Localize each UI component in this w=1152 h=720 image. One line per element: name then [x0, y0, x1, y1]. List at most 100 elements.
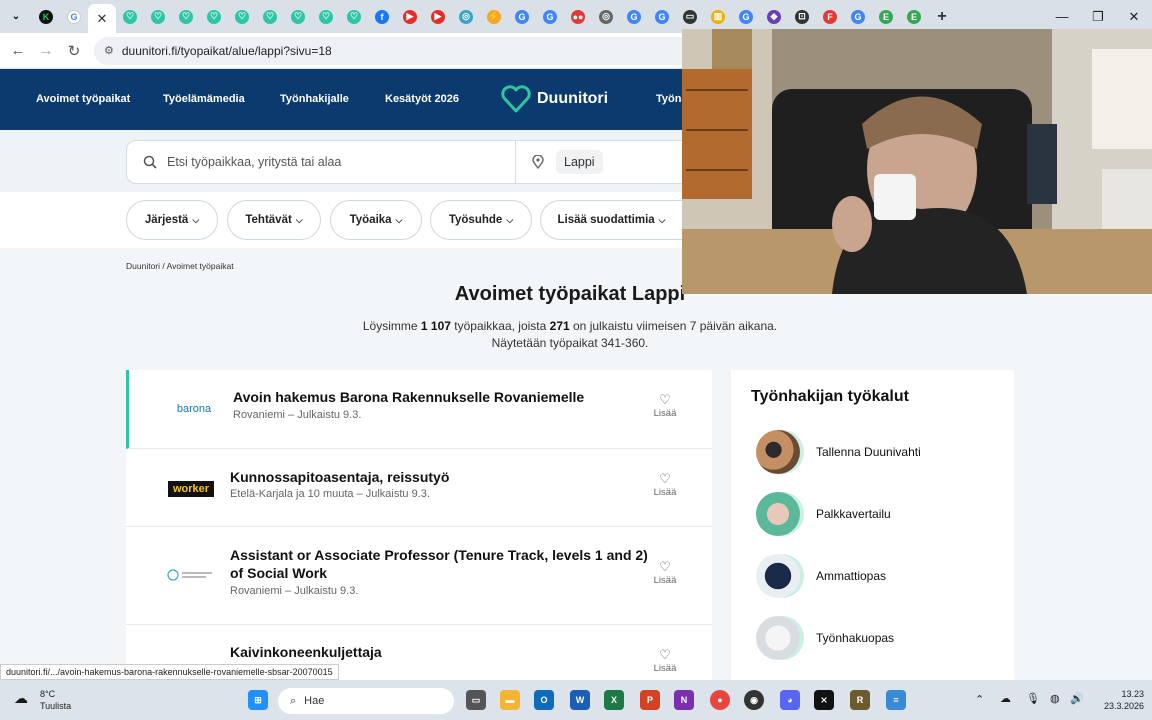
volume-icon[interactable]: 🔊 — [1070, 692, 1084, 705]
powerpoint-icon[interactable]: P — [640, 690, 660, 710]
filter-jarjesta[interactable]: Järjestä ⌵ — [126, 200, 218, 240]
tab[interactable]: ♡ — [256, 0, 284, 33]
tab[interactable]: G — [536, 0, 564, 33]
tab[interactable]: ♡ — [228, 0, 256, 33]
tool-tyonhakuopas[interactable]: Työnhakuopas — [756, 616, 894, 660]
save-job-button[interactable]: ♡ Lisää — [650, 392, 680, 419]
tab[interactable]: f — [368, 0, 396, 33]
onenote-icon[interactable]: N — [674, 690, 694, 710]
app-icon[interactable]: R — [850, 690, 870, 710]
company-logo-text: worker — [167, 481, 215, 497]
reload-icon[interactable]: ↻ — [60, 42, 88, 60]
weather-icon[interactable]: ☁ — [14, 690, 28, 707]
tab[interactable]: ♡ — [200, 0, 228, 33]
taskbar-search[interactable]: ⌕ Hae — [278, 688, 454, 714]
webcam-feed-image — [682, 29, 1152, 294]
job-card[interactable]: worker Kunnossapitoasentaja, reissutyö E… — [126, 449, 712, 527]
filter-tyoaika[interactable]: Työaika ⌵ — [330, 200, 422, 240]
chevron-down-icon: ⌵ — [295, 214, 303, 225]
tab[interactable]: K — [32, 0, 60, 33]
tool-palkkavertailu[interactable]: Palkkavertailu — [756, 492, 891, 536]
nav-link-kesatyot[interactable]: Kesätyöt 2026 — [385, 93, 459, 105]
tool-label: Tallenna Duunivahti — [816, 445, 921, 459]
tab[interactable]: ♡ — [144, 0, 172, 33]
word-icon[interactable]: W — [570, 690, 590, 710]
tab[interactable]: G — [508, 0, 536, 33]
file-explorer-icon[interactable]: ▬ — [500, 690, 520, 710]
tab[interactable]: ▶ — [424, 0, 452, 33]
tab-favicon-icon: ♡ — [235, 9, 249, 24]
job-title[interactable]: Assistant or Associate Professor (Tenure… — [230, 546, 650, 582]
search-icon — [143, 155, 157, 169]
tab[interactable]: G — [60, 0, 88, 33]
tab[interactable]: G — [648, 0, 676, 33]
tab[interactable]: ♡ — [172, 0, 200, 33]
site-logo[interactable]: Duunitori — [501, 85, 608, 113]
tool-ammattiopas[interactable]: Ammattiopas — [756, 554, 886, 598]
showing-range: Näytetään työpaikat 341-360. — [491, 336, 649, 350]
chrome-icon[interactable]: ● — [710, 690, 730, 710]
nav-link-avoimet[interactable]: Avoimet työpaikat — [36, 93, 130, 105]
tab[interactable]: ♡ — [340, 0, 368, 33]
tab[interactable]: ▶ — [396, 0, 424, 33]
obs-icon[interactable]: ◉ — [744, 690, 764, 710]
filter-more[interactable]: Lisää suodattimia ⌵ — [540, 200, 682, 240]
tab-list-dropdown[interactable]: ⌄ — [0, 0, 32, 33]
job-card[interactable]: Assistant or Associate Professor (Tenure… — [126, 527, 712, 625]
active-tab-close-icon[interactable]: ✕ — [88, 4, 116, 33]
notepad-icon[interactable]: ≡ — [886, 690, 906, 710]
back-icon[interactable]: ← — [4, 42, 32, 59]
tab-favicon-icon: ▶ — [403, 9, 417, 24]
tray-overflow-icon[interactable]: ⌃ — [975, 693, 984, 706]
weather-widget[interactable]: 8°C Tuulista — [40, 688, 71, 712]
search-input[interactable]: Etsi työpaikkaa, yritystä tai alaa — [167, 155, 507, 169]
job-card[interactable]: barona Avoin hakemus Barona Rakennuksell… — [126, 370, 712, 449]
onedrive-icon[interactable]: ☁ — [1000, 692, 1011, 705]
tool-duunivahti[interactable]: Tallenna Duunivahti — [756, 430, 921, 474]
microphone-icon[interactable]: 🎙 — [1026, 692, 1040, 705]
tab-favicon-icon: G — [851, 9, 865, 24]
filter-tehtavat[interactable]: Tehtävät ⌵ — [227, 200, 321, 240]
outlook-icon[interactable]: O — [534, 690, 554, 710]
tab-favicon-icon: E — [907, 9, 921, 24]
save-label: Lisää — [653, 575, 677, 586]
discord-icon[interactable]: ◕ — [780, 690, 800, 710]
tab-favicon-icon: G — [515, 9, 529, 24]
company-logo: barona — [176, 403, 212, 415]
save-job-button[interactable]: ♡ Lisää — [650, 559, 680, 586]
job-title[interactable]: Kunnossapitoasentaja, reissutyö — [230, 468, 650, 486]
save-job-button[interactable]: ♡ Lisää — [650, 471, 680, 498]
site-info-icon[interactable]: ⚙ — [104, 44, 114, 57]
heart-icon: ♡ — [659, 471, 671, 486]
tab[interactable]: ♡ — [116, 0, 144, 33]
start-button[interactable]: ⊞ — [248, 690, 268, 710]
location-chip[interactable]: Lappi — [556, 150, 603, 174]
tab[interactable]: ●● — [564, 0, 592, 33]
forward-icon[interactable]: → — [32, 42, 60, 59]
filter-tyosuhde[interactable]: Työsuhde ⌵ — [430, 200, 532, 240]
status-link-preview: duunitori.fi/.../avoin-hakemus-barona-ra… — [0, 664, 339, 680]
nav-link-tyoelamamedia[interactable]: Työelämämedia — [163, 93, 245, 105]
taskview-icon[interactable]: ▭ — [466, 690, 486, 710]
tab-favicon-icon: ⚡ — [487, 9, 501, 24]
weather-condition: Tuulista — [40, 701, 72, 711]
tab[interactable]: ♡ — [284, 0, 312, 33]
tab[interactable]: ♡ — [312, 0, 340, 33]
filter-label: Työsuhde — [448, 214, 503, 226]
nav-link-tyonhakijalle[interactable]: Työnhakijalle — [280, 93, 349, 105]
excel-icon[interactable]: X — [604, 690, 624, 710]
tab-favicon-icon: ⊡ — [795, 9, 809, 24]
tab-favicon-icon: ▥ — [711, 9, 725, 24]
breadcrumb[interactable]: Duunitori / Avoimet työpaikat — [126, 261, 234, 271]
save-job-button[interactable]: ♡ Lisää — [650, 647, 680, 674]
capcut-icon[interactable]: ⨯ — [814, 690, 834, 710]
job-title[interactable]: Avoin hakemus Barona Rakennukselle Rovan… — [233, 388, 653, 406]
tab[interactable]: ⚡ — [480, 0, 508, 33]
tab[interactable]: ◎ — [452, 0, 480, 33]
job-title[interactable]: Kaivinkoneenkuljettaja — [230, 643, 650, 661]
tab[interactable]: ◎ — [592, 0, 620, 33]
network-icon[interactable]: ◍ — [1050, 692, 1060, 705]
filter-label: Lisää suodattimia — [557, 214, 655, 226]
tab[interactable]: G — [620, 0, 648, 33]
system-clock[interactable]: 13.23 23.3.2026 — [1104, 688, 1144, 712]
